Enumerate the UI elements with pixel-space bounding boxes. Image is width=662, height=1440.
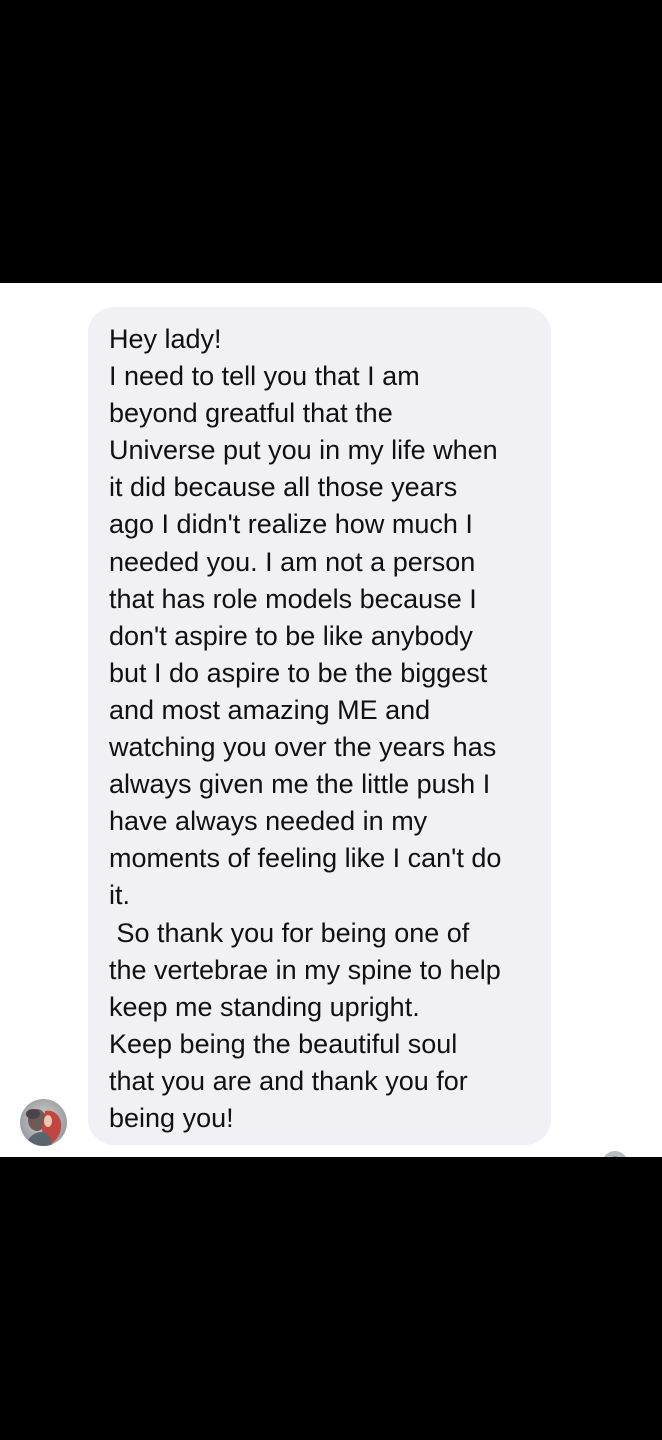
message-line: Keep being the beautiful soul <box>109 1028 458 1059</box>
top-letterbox <box>0 0 662 283</box>
message-line: but I do aspire to be the biggest <box>109 657 488 688</box>
bottom-letterbox <box>0 1157 662 1440</box>
chat-thread[interactable]: Hey lady! I need to tell you that I am b… <box>0 283 662 1157</box>
message-line: watching you over the years has <box>109 732 497 763</box>
message-line: So thank you for being one of <box>109 917 470 948</box>
message-line: keep me standing upright. <box>109 991 420 1022</box>
message-line: beyond greatful that the <box>109 398 393 429</box>
message-line: I need to tell you that I am <box>109 361 420 392</box>
message-line: it. <box>109 880 131 911</box>
message-line: ago I didn't realize how much I <box>109 509 473 540</box>
message-line: have always needed in my <box>109 806 428 837</box>
message-line: being you! <box>109 1102 234 1133</box>
message-line: needed you. I am not a person <box>109 546 476 577</box>
message-line: Universe put you in my life when <box>109 435 498 466</box>
message-line: the vertebrae in my spine to help <box>109 954 501 985</box>
message-line: Hey lady! <box>109 324 222 354</box>
message-line: always given me the little push I <box>109 769 491 800</box>
message-line: that has role models because I <box>109 583 477 614</box>
message-line: that you are and thank you for <box>109 1065 468 1096</box>
message-line: it did because all those years <box>109 472 458 503</box>
received-message-bubble[interactable]: Hey lady! I need to tell you that I am b… <box>88 307 551 1145</box>
profile-photo-icon[interactable] <box>20 1099 67 1146</box>
message-line: and most amazing ME and <box>109 694 431 725</box>
message-line: don't aspire to be like anybody <box>109 620 473 651</box>
message-line: moments of feeling like I can't do <box>109 843 502 874</box>
avatar-image <box>20 1099 67 1146</box>
